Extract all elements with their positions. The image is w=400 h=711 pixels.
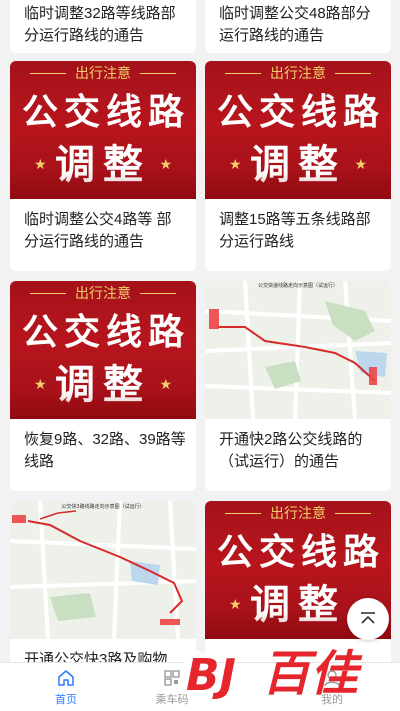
qrcode-icon <box>164 670 180 686</box>
poster-header: 出行注意 <box>10 283 196 303</box>
news-card[interactable]: 出行注意 公交线路 调整 ★ ★ 调整15路等五条线路部分运行路线 <box>205 61 391 271</box>
news-card[interactable]: 出行注意 公交线路 调整 ★ ★ 临时调整公交4路等 部分运行路线的通告 <box>10 61 196 271</box>
poster-header: 出行注意 <box>205 63 391 83</box>
star-icon: ★ <box>229 596 242 612</box>
news-card-title: 开通公交快3路及购物 <box>24 651 168 662</box>
news-card-title: 临时调整公交4路等 部分运行路线的通告 <box>24 211 172 250</box>
route-map-image: 公交快3路线路走向示意图（试运行） <box>10 501 196 639</box>
svg-text:公交快速线路走向示意图（试运行）: 公交快速线路走向示意图（试运行） <box>258 282 338 289</box>
route-map-image: 公交快速线路走向示意图（试运行） <box>205 281 391 419</box>
star-icon: ★ <box>159 156 172 172</box>
star-icon: ★ <box>229 156 242 172</box>
news-card-thumbnail: 出行注意 公交线路 调整 ★ ★ <box>205 61 391 199</box>
news-card[interactable]: 出行注意 公交线路 调整 ★ ★ 恢复9路、32路、39路等线路 <box>10 281 196 491</box>
poster-header: 出行注意 <box>10 63 196 83</box>
news-card-title: 临时调整32路等线路部分运行路线的通告 <box>24 5 176 44</box>
news-card-title: 开通快2路公交线路的（试运行）的通告 <box>219 431 363 470</box>
news-card-thumbnail: 出行注意 公交线路 调整 ★ ★ <box>10 61 196 199</box>
svg-text:百佳: 百佳 <box>262 646 363 702</box>
poster-line1: 公交线路 <box>22 92 184 133</box>
news-card[interactable]: 公交快速线路走向示意图（试运行） 开通快2路公交线路的（试运行）的通告 <box>205 281 391 491</box>
star-icon: ★ <box>159 376 172 392</box>
news-card[interactable]: 公交快3路线路走向示意图（试运行） 开通公交快3路及购物 <box>10 501 196 662</box>
news-card-thumbnail: 公交快3路线路走向示意图（试运行） <box>10 501 196 639</box>
svg-text:BJ: BJ <box>186 650 236 701</box>
home-icon <box>58 670 74 686</box>
news-feed: 临时调整32路等线路部分运行路线的通告 临时调整公交48路部分运行路线的通告 出… <box>0 0 400 662</box>
watermark-logo: BJ 百佳 <box>184 646 363 702</box>
tab-home[interactable]: 首页 <box>26 663 106 711</box>
star-icon: ★ <box>34 156 47 172</box>
news-card-title: 临时调整公交48路部分运行路线的通告 <box>219 5 371 44</box>
news-card-title: 调整15路等五条线路部分运行路线 <box>219 211 371 250</box>
svg-text:公交快3路线路走向示意图（试运行）: 公交快3路线路走向示意图（试运行） <box>61 503 144 510</box>
news-card-thumbnail: 出行注意 公交线路 调整 ★ ★ <box>10 281 196 419</box>
news-card-thumbnail: 公交快速线路走向示意图（试运行） <box>205 281 391 419</box>
poster-line1: 公交线路 <box>22 312 184 353</box>
poster-line1: 公交线路 <box>217 532 379 573</box>
poster-line1: 公交线路 <box>217 92 379 133</box>
news-card[interactable]: 临时调整32路等线路部分运行路线的通告 <box>10 0 196 53</box>
poster-header: 出行注意 <box>205 503 391 523</box>
news-card-title: 恢复9路、32路、39路等线路 <box>24 431 186 470</box>
news-card[interactable]: 临时调整公交48路部分运行路线的通告 <box>205 0 391 53</box>
star-icon: ★ <box>354 156 367 172</box>
star-icon: ★ <box>34 376 47 392</box>
tab-label: 首页 <box>55 694 77 706</box>
arrow-up-icon <box>361 612 375 624</box>
